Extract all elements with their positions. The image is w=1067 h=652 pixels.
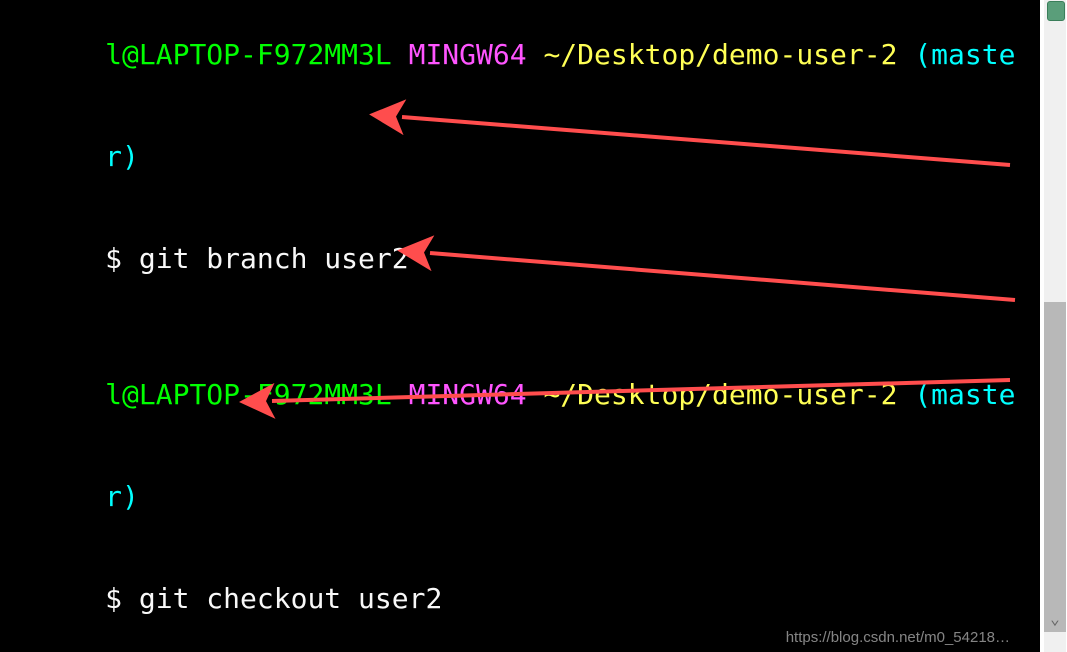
prompt-line: l@LAPTOP-F972MM3L MINGW64 ~/Desktop/demo… (4, 344, 1036, 446)
cwd-path: ~/Desktop/demo-user-2 (543, 378, 914, 411)
command-line[interactable]: $ git branch user2 (4, 208, 1036, 310)
mingw-label: MINGW64 (409, 378, 544, 411)
cwd-path: ~/Desktop/demo-user-2 (543, 38, 914, 71)
branch-name-wrap: r) (105, 140, 139, 173)
mingw-label: MINGW64 (409, 38, 544, 71)
scrollbar-thumb[interactable] (1047, 1, 1065, 21)
branch-name-wrap: r) (105, 480, 139, 513)
blank-line (4, 310, 1036, 344)
user-host: l@LAPTOP-F972MM3L (105, 378, 408, 411)
screenshot-root: l@LAPTOP-F972MM3L MINGW64 ~/Desktop/demo… (0, 0, 1067, 652)
scroll-down-icon[interactable]: ⌄ (1046, 610, 1064, 628)
prompt-line-wrap: r) (4, 446, 1036, 548)
command-line[interactable]: $ git checkout user2 (4, 548, 1036, 650)
scrollbar-track-lower[interactable]: ⌄ (1044, 302, 1066, 632)
command-text: git branch user2 (139, 242, 409, 275)
user-host: l@LAPTOP-F972MM3L (105, 38, 408, 71)
branch-name: (maste (914, 378, 1015, 411)
prompt-line-wrap: r) (4, 106, 1036, 208)
branch-name: (maste (914, 38, 1015, 71)
prompt-line: l@LAPTOP-F972MM3L MINGW64 ~/Desktop/demo… (4, 4, 1036, 106)
command-text: git checkout user2 (139, 582, 442, 615)
terminal-window[interactable]: l@LAPTOP-F972MM3L MINGW64 ~/Desktop/demo… (0, 0, 1040, 652)
prompt-dollar: $ (105, 242, 139, 275)
scrollbar[interactable]: ⌄ (1044, 0, 1066, 652)
prompt-dollar: $ (105, 582, 139, 615)
